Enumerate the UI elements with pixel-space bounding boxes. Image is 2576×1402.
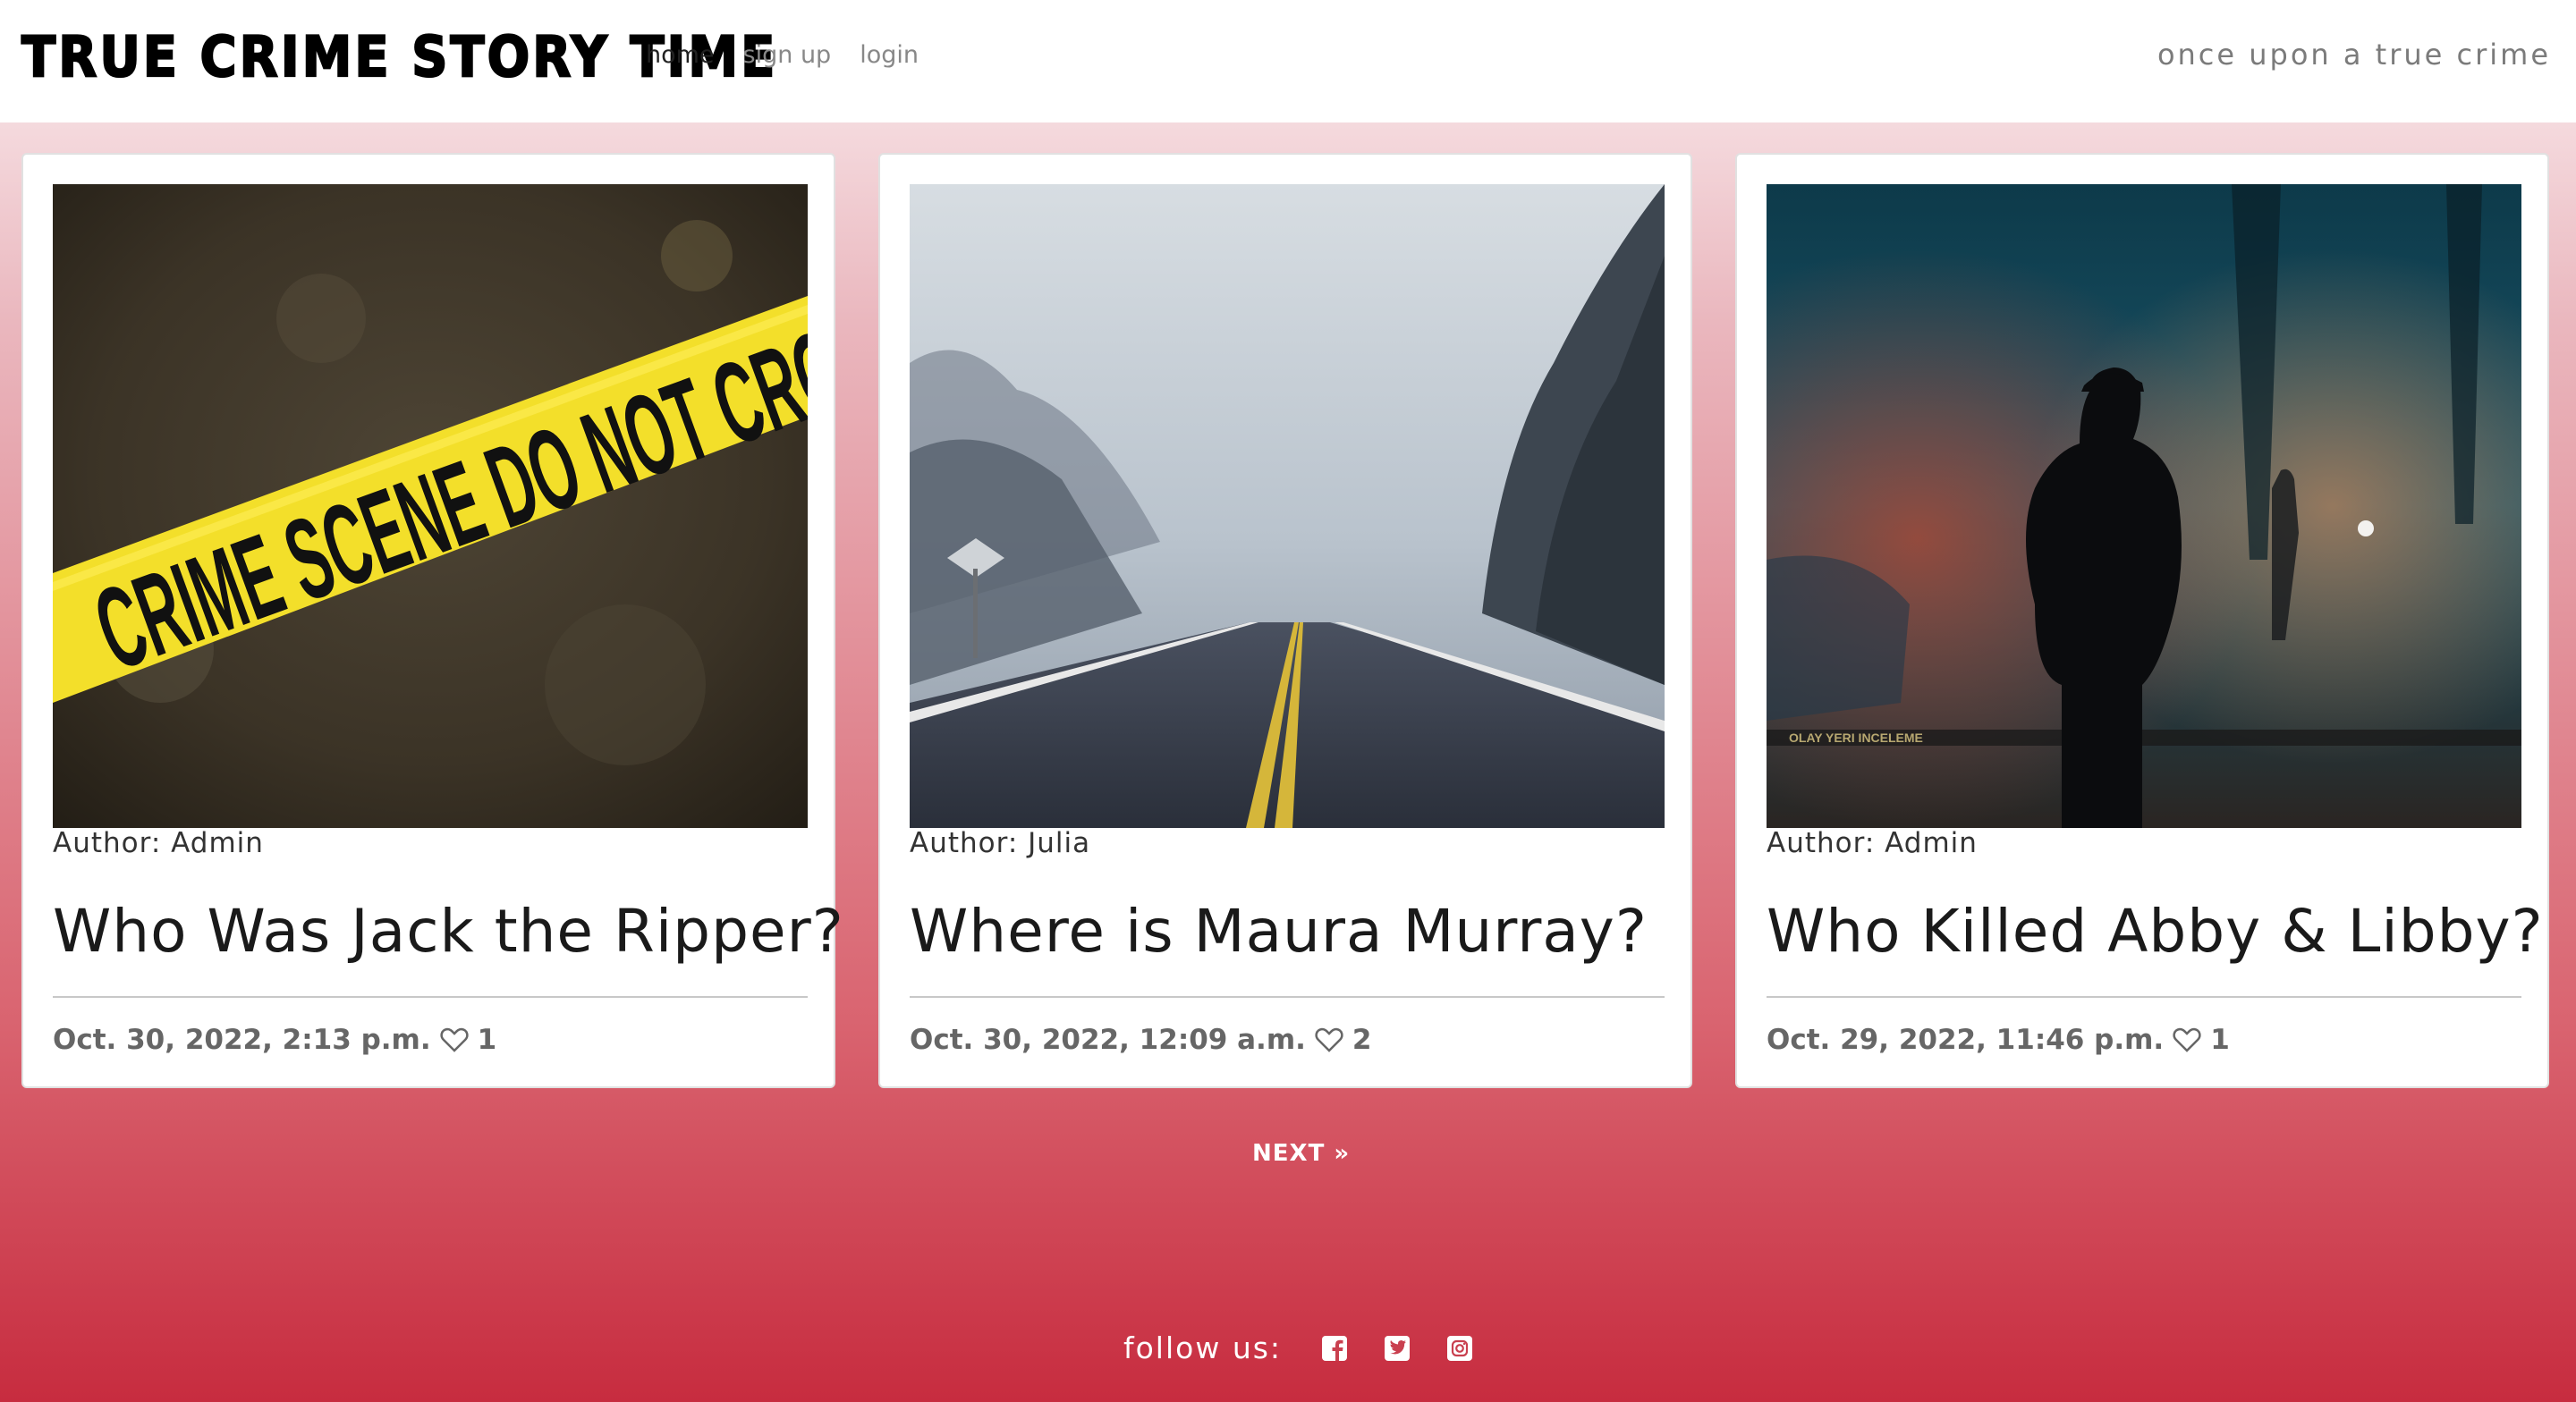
- police-officer-image[interactable]: OLAY YERI INCELEME: [1767, 184, 2521, 828]
- tagline: once upon a true crime: [2157, 38, 2551, 72]
- heart-icon[interactable]: [2173, 1026, 2201, 1053]
- post-card[interactable]: CRIME SCENE DO NOT CROSS Author: Admin W…: [21, 153, 843, 1088]
- heart-icon[interactable]: [440, 1026, 469, 1053]
- instagram-icon[interactable]: [1446, 1335, 1473, 1362]
- next-page-link[interactable]: NEXT »: [1252, 1140, 1350, 1167]
- like-count: 1: [2210, 1024, 2230, 1056]
- navbar: TRUE CRIME STORY TIME home sign up login…: [0, 0, 2576, 122]
- heart-icon[interactable]: [1315, 1026, 1343, 1053]
- divider: [910, 996, 1665, 998]
- nav-login-link[interactable]: login: [860, 41, 919, 69]
- like-count: 2: [1352, 1024, 1372, 1056]
- post-meta: Oct. 29, 2022, 11:46 p.m. 1: [1767, 1024, 2230, 1056]
- footer: follow us:: [1123, 1330, 1473, 1365]
- post-title[interactable]: Who Killed Abby & Libby?: [1767, 897, 2544, 966]
- post-date: Oct. 30, 2022, 12:09 a.m.: [910, 1024, 1306, 1056]
- post-meta: Oct. 30, 2022, 12:09 a.m. 2: [910, 1024, 1372, 1056]
- post-author: Author: Admin: [1767, 827, 1978, 859]
- post-card[interactable]: OLAY YERI INCELEME Author: Admin Who Kil…: [1735, 153, 2549, 1088]
- police-tape-text: OLAY YERI INCELEME: [1789, 731, 1923, 745]
- post-title[interactable]: Who Was Jack the Ripper?: [53, 897, 844, 966]
- nav-signup-link[interactable]: sign up: [743, 41, 832, 69]
- twitter-icon[interactable]: [1384, 1335, 1411, 1362]
- post-card[interactable]: Author: Julia Where is Maura Murray? Oct…: [878, 153, 1692, 1088]
- like-count: 1: [477, 1024, 497, 1056]
- post-author: Author: Admin: [53, 827, 264, 859]
- divider: [1767, 996, 2521, 998]
- post-title[interactable]: Where is Maura Murray?: [910, 897, 1648, 966]
- post-grid: CRIME SCENE DO NOT CROSS Author: Admin W…: [21, 153, 2549, 1088]
- nav-home-link[interactable]: home: [646, 41, 715, 69]
- follow-us-label: follow us:: [1123, 1330, 1283, 1365]
- post-meta: Oct. 30, 2022, 2:13 p.m. 1: [53, 1024, 496, 1056]
- post-date: Oct. 29, 2022, 11:46 p.m.: [1767, 1024, 2165, 1056]
- nav-links: home sign up login: [646, 41, 919, 69]
- facebook-icon[interactable]: [1321, 1335, 1348, 1362]
- foggy-road-image[interactable]: [910, 184, 1665, 828]
- crime-scene-tape-image[interactable]: CRIME SCENE DO NOT CROSS: [53, 184, 808, 828]
- divider: [53, 996, 808, 998]
- post-date: Oct. 30, 2022, 2:13 p.m.: [53, 1024, 431, 1056]
- post-author: Author: Julia: [910, 827, 1091, 859]
